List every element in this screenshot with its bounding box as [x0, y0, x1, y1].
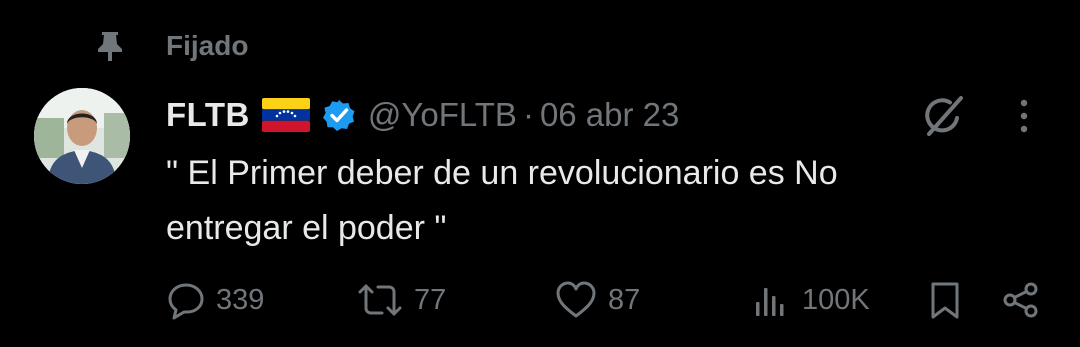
heart-icon: [554, 280, 598, 320]
author-handle[interactable]: @YoFLTB: [368, 96, 517, 134]
pinned-label: Fijado: [166, 30, 249, 61]
pin-icon: [92, 28, 128, 64]
tweet-text-line: " El Primer deber de un revolucionario e…: [166, 154, 838, 192]
grok-button[interactable]: [918, 92, 970, 140]
tweet-date[interactable]: 06 abr 23: [540, 96, 679, 134]
bookmark-icon: [926, 280, 964, 320]
more-vertical-icon: [1019, 98, 1029, 134]
reply-icon: [166, 280, 206, 320]
verified-badge-icon[interactable]: [322, 98, 356, 132]
repost-count: 77: [414, 283, 447, 316]
repost-button[interactable]: 77: [356, 278, 446, 322]
author-name[interactable]: FLTB: [166, 96, 250, 134]
tweet-text-line: entregar el poder ": [166, 209, 447, 247]
share-icon: [1000, 280, 1042, 320]
action-bar: 339 77 87 100K: [0, 278, 1080, 322]
analytics-icon: [752, 280, 792, 320]
like-button[interactable]: 87: [554, 278, 640, 322]
avatar[interactable]: [34, 88, 130, 184]
view-count: 100K: [802, 283, 870, 316]
tweet-text: " El Primer deber de un revolucionario e…: [166, 146, 1026, 256]
reply-count: 339: [216, 283, 265, 316]
more-options-button[interactable]: [1004, 94, 1044, 138]
bookmark-button[interactable]: [926, 278, 964, 322]
header-separator: ·: [522, 96, 534, 133]
venezuela-flag-icon: [261, 98, 310, 132]
reply-button[interactable]: 339: [166, 278, 264, 322]
views-button[interactable]: 100K: [752, 278, 870, 322]
pinned-indicator: Fijado: [92, 26, 248, 66]
grok-icon: [920, 94, 968, 138]
like-count: 87: [608, 283, 641, 316]
repost-icon: [356, 280, 404, 320]
share-button[interactable]: [1000, 278, 1042, 322]
tweet-header: FLTB @YoFLTB · 06 abr 23: [166, 92, 679, 138]
